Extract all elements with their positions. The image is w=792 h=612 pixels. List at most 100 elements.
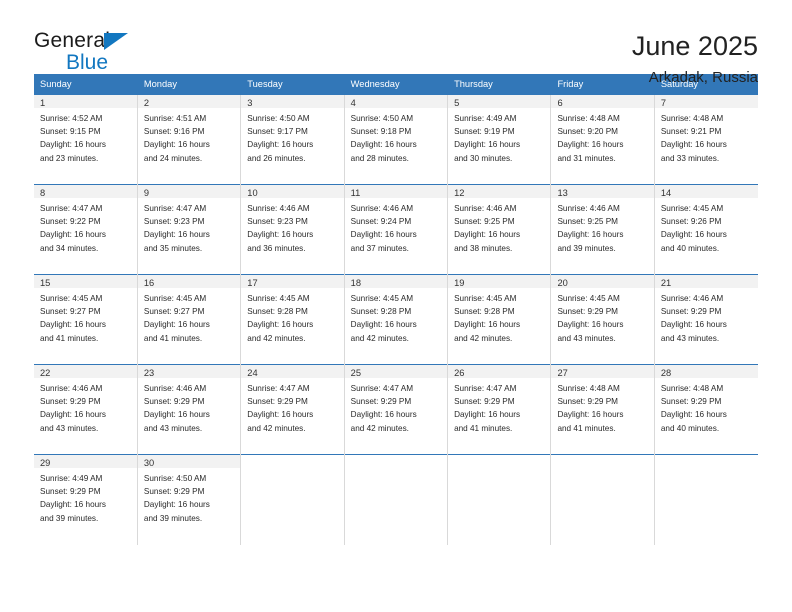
daylight-text-line1: Daylight: 16 hours — [557, 320, 624, 330]
daylight-text-line1: Daylight: 16 hours — [247, 140, 314, 150]
sunrise-text: Sunrise: 4:45 AM — [143, 294, 207, 303]
calendar-day-cell[interactable]: 30 Sunrise: 4:50 AM Sunset: 9:29 PM Dayligh… — [137, 454, 242, 545]
sunset-text: Sunset: 9:25 PM — [557, 217, 618, 227]
calendar-day-cell[interactable]: 2 Sunrise: 4:51 AM Sunset: 9:16 PM Daylight… — [137, 94, 242, 185]
calendar-day-cell[interactable]: 27 Sunrise: 4:48 AM Sunset: 9:29 PM Dayligh… — [550, 364, 655, 455]
sunset-text: Sunset: 9:28 PM — [454, 307, 515, 317]
sunset-text: Sunset: 9:26 PM — [660, 217, 722, 227]
brand-logo[interactable]: General Blue — [34, 30, 164, 78]
sunset-text: Sunset: 9:29 PM — [143, 487, 205, 497]
calendar-day-cell[interactable]: 4 Sunrise: 4:50 AM Sunset: 9:18 PM Daylight… — [344, 94, 449, 185]
calendar-day-cell[interactable]: 1 Sunrise: 4:52 AM Sunset: 9:15 PM Daylight… — [34, 94, 138, 185]
calendar-day-cell[interactable]: 10 Sunrise: 4:46 AM Sunset: 9:23 PM Dayligh… — [240, 184, 345, 275]
calendar-day-cell[interactable]: 26 Sunrise: 4:47 AM Sunset: 9:29 PM Dayligh… — [447, 364, 552, 455]
day-number: 2 — [137, 95, 241, 108]
day-details: Sunrise: 4:50 AM Sunset: 9:18 PM Daylight:… — [345, 108, 447, 165]
calendar-day-cell[interactable]: 24 Sunrise: 4:47 AM Sunset: 9:29 PM Dayligh… — [240, 364, 345, 455]
day-details: Sunrise: 4:46 AM Sunset: 9:29 PM Daylight:… — [655, 288, 758, 345]
calendar-day-cell[interactable]: 5 Sunrise: 4:49 AM Sunset: 9:19 PM Daylight… — [447, 94, 552, 185]
calendar-day-cell[interactable]: 7 Sunrise: 4:48 AM Sunset: 9:21 PM Daylight… — [654, 94, 758, 185]
sunrise-text: Sunrise: 4:46 AM — [660, 294, 724, 303]
calendar-day-cell[interactable]: 11 Sunrise: 4:46 AM Sunset: 9:24 PM Dayligh… — [344, 184, 449, 275]
weekday-header-tuesday: Tuesday — [240, 74, 345, 95]
day-number: 3 — [241, 95, 344, 108]
day-number: 10 — [241, 185, 344, 198]
calendar-week-row: 1 Sunrise: 4:52 AM Sunset: 9:15 PM Daylight… — [34, 94, 758, 185]
daylight-text-line1: Daylight: 16 hours — [557, 410, 624, 420]
sunset-text: Sunset: 9:23 PM — [247, 217, 308, 227]
sunrise-text: Sunrise: 4:47 AM — [40, 204, 103, 213]
calendar-day-cell[interactable]: 13 Sunrise: 4:46 AM Sunset: 9:25 PM Dayligh… — [550, 184, 655, 275]
daylight-text-line2: and 41 minutes. — [143, 333, 203, 343]
daylight-text-line1: Daylight: 16 hours — [350, 140, 417, 150]
calendar-day-cell[interactable]: 19 Sunrise: 4:45 AM Sunset: 9:28 PM Dayligh… — [447, 274, 552, 365]
day-number — [448, 455, 551, 468]
daylight-text-line1: Daylight: 16 hours — [454, 320, 521, 330]
sunrise-text: Sunrise: 4:46 AM — [557, 204, 620, 213]
daylight-text-line2: and 39 minutes. — [40, 513, 99, 523]
daylight-text-line1: Daylight: 16 hours — [454, 230, 521, 240]
calendar-day-cell[interactable]: 22 Sunrise: 4:46 AM Sunset: 9:29 PM Dayligh… — [34, 364, 138, 455]
daylight-text-line1: Daylight: 16 hours — [247, 410, 314, 420]
sunset-text: Sunset: 9:23 PM — [143, 217, 205, 227]
day-number: 22 — [34, 365, 137, 378]
calendar-day-cell[interactable]: 15 Sunrise: 4:45 AM Sunset: 9:27 PM Dayligh… — [34, 274, 138, 365]
day-details: Sunrise: 4:47 AM Sunset: 9:29 PM Daylight:… — [241, 378, 343, 435]
daylight-text-line1: Daylight: 16 hours — [143, 140, 210, 150]
calendar-day-cell[interactable]: 25 Sunrise: 4:47 AM Sunset: 9:29 PM Dayligh… — [344, 364, 449, 455]
calendar-table: Sunday Monday Tuesday Wednesday Thursday… — [34, 74, 759, 545]
calendar-day-cell[interactable]: 6 Sunrise: 4:48 AM Sunset: 9:20 PM Daylight… — [550, 94, 655, 185]
calendar-day-cell[interactable]: 9 Sunrise: 4:47 AM Sunset: 9:23 PM Daylight… — [137, 184, 242, 275]
calendar-day-cell[interactable]: 23 Sunrise: 4:46 AM Sunset: 9:29 PM Dayligh… — [137, 364, 242, 455]
calendar-day-cell[interactable]: 21 Sunrise: 4:46 AM Sunset: 9:29 PM Dayligh… — [654, 274, 758, 365]
sunset-text: Sunset: 9:28 PM — [247, 307, 308, 317]
sunrise-text: Sunrise: 4:45 AM — [247, 294, 310, 303]
day-details: Sunrise: 4:45 AM Sunset: 9:28 PM Daylight:… — [448, 288, 550, 345]
day-number: 26 — [448, 365, 551, 378]
calendar-week-row: 15 Sunrise: 4:45 AM Sunset: 9:27 PM Dayligh… — [34, 274, 758, 365]
daylight-text-line1: Daylight: 16 hours — [454, 140, 521, 150]
calendar-day-cell[interactable]: 14 Sunrise: 4:45 AM Sunset: 9:26 PM Dayligh… — [654, 184, 758, 275]
sunset-text: Sunset: 9:28 PM — [350, 307, 412, 317]
day-details: Sunrise: 4:48 AM Sunset: 9:29 PM Daylight:… — [551, 378, 653, 435]
day-details: Sunrise: 4:47 AM Sunset: 9:23 PM Daylight:… — [138, 198, 240, 255]
daylight-text-line1: Daylight: 16 hours — [40, 410, 106, 420]
sunrise-text: Sunrise: 4:47 AM — [143, 204, 207, 213]
day-details: Sunrise: 4:45 AM Sunset: 9:26 PM Daylight:… — [655, 198, 758, 255]
brand-name-bottom: Blue — [66, 51, 109, 74]
calendar-day-cell[interactable]: 12 Sunrise: 4:46 AM Sunset: 9:25 PM Dayligh… — [447, 184, 552, 275]
day-number: 8 — [34, 185, 137, 198]
sunset-text: Sunset: 9:29 PM — [350, 397, 412, 407]
sunset-text: Sunset: 9:27 PM — [143, 307, 205, 317]
day-details: Sunrise: 4:47 AM Sunset: 9:22 PM Daylight:… — [34, 198, 137, 255]
sunrise-text: Sunrise: 4:50 AM — [350, 114, 414, 123]
calendar-day-cell[interactable]: 20 Sunrise: 4:45 AM Sunset: 9:29 PM Dayligh… — [550, 274, 655, 365]
sunrise-text: Sunrise: 4:47 AM — [350, 384, 414, 393]
day-number: 7 — [654, 95, 758, 108]
calendar-day-cell[interactable]: 8 Sunrise: 4:47 AM Sunset: 9:22 PM Daylight… — [34, 184, 138, 275]
sunset-text: Sunset: 9:16 PM — [143, 127, 205, 137]
calendar-day-cell[interactable]: 3 Sunrise: 4:50 AM Sunset: 9:17 PM Daylight… — [240, 94, 345, 185]
day-number — [654, 455, 758, 468]
calendar-day-cell[interactable]: 29 Sunrise: 4:49 AM Sunset: 9:29 PM Dayligh… — [34, 454, 138, 545]
daylight-text-line1: Daylight: 16 hours — [143, 410, 210, 420]
daylight-text-line2: and 31 minutes. — [557, 153, 616, 163]
calendar-page: General Blue June 2025 Arkadak, Russia S… — [0, 0, 792, 612]
day-details: Sunrise: 4:49 AM Sunset: 9:19 PM Daylight:… — [448, 108, 550, 165]
sunrise-text: Sunrise: 4:45 AM — [40, 294, 103, 303]
calendar-day-cell[interactable]: 16 Sunrise: 4:45 AM Sunset: 9:27 PM Dayligh… — [137, 274, 242, 365]
calendar-day-cell[interactable]: 28 Sunrise: 4:48 AM Sunset: 9:29 PM Dayligh… — [654, 364, 758, 455]
day-number: 6 — [551, 95, 654, 108]
daylight-text-line2: and 42 minutes. — [454, 333, 513, 343]
sunrise-text: Sunrise: 4:51 AM — [143, 114, 207, 123]
daylight-text-line1: Daylight: 16 hours — [143, 230, 210, 240]
sunrise-text: Sunrise: 4:46 AM — [143, 384, 207, 393]
day-details: Sunrise: 4:51 AM Sunset: 9:16 PM Daylight:… — [138, 108, 240, 165]
day-number: 20 — [551, 275, 654, 288]
sunrise-text: Sunrise: 4:48 AM — [557, 114, 620, 123]
day-details: Sunrise: 4:47 AM Sunset: 9:29 PM Daylight:… — [345, 378, 447, 435]
calendar-day-cell[interactable]: 17 Sunrise: 4:45 AM Sunset: 9:28 PM Dayligh… — [240, 274, 345, 365]
weekday-header-wednesday: Wednesday — [344, 74, 449, 95]
day-number: 29 — [34, 455, 137, 468]
calendar-day-cell[interactable]: 18 Sunrise: 4:45 AM Sunset: 9:28 PM Dayligh… — [344, 274, 449, 365]
